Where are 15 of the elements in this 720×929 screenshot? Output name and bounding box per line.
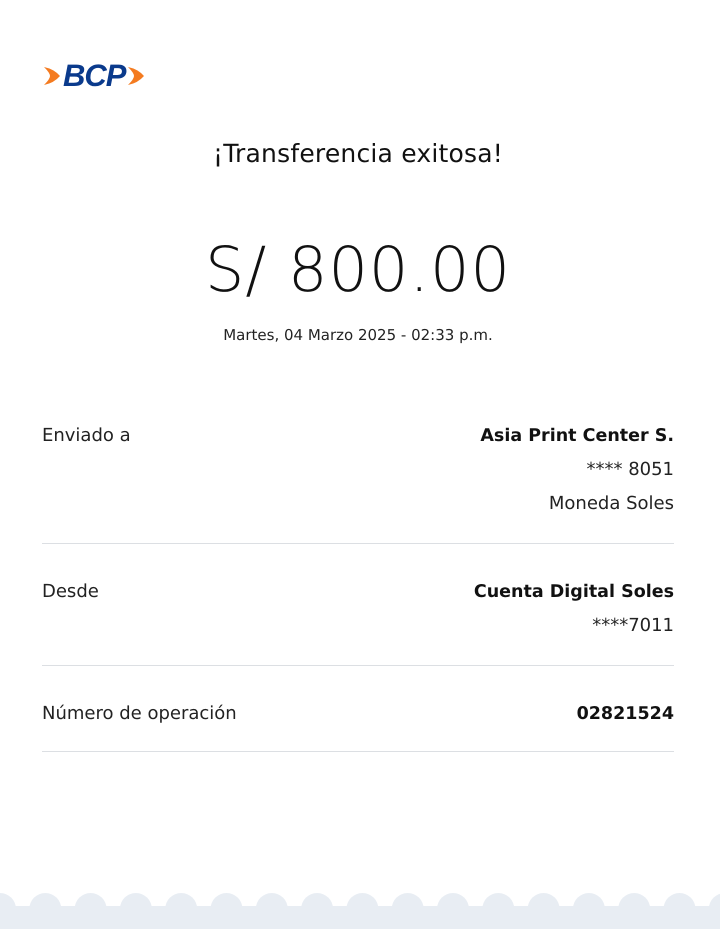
detail-value: Cuenta Digital Soles: [474, 581, 674, 604]
detail-value: Asia Print Center S.: [480, 425, 674, 448]
detail-value: 02821524: [576, 703, 674, 726]
title: ¡Transferencia exitosa!: [212, 138, 504, 170]
detail-label: Número de operación: [42, 702, 237, 726]
detail-value: **** 8051: [586, 458, 674, 482]
date-time: Martes, 04 Marzo 2025 - 02:33 p.m.: [222, 325, 494, 345]
logo-text: BCP: [63, 58, 126, 94]
chevron-icon: [126, 65, 146, 87]
detail-value: ****7011: [592, 614, 674, 638]
amount: S/ 800.00: [204, 232, 512, 308]
detail-value: Moneda Soles: [548, 492, 674, 516]
chevron-icon: [42, 65, 62, 87]
detail-label: Enviado a: [42, 424, 131, 448]
detail-label: Desde: [42, 580, 99, 604]
